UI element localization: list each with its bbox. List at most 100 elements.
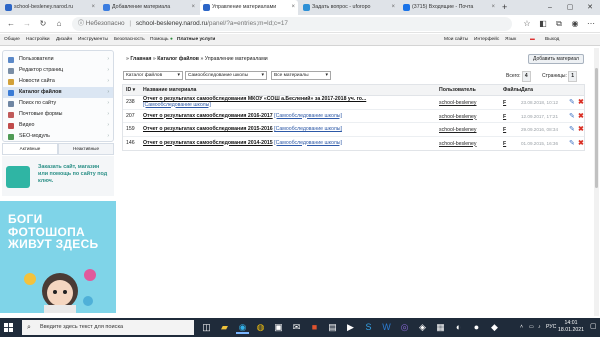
browser-tab[interactable]: (3715) Входящие - Почта × (400, 0, 498, 15)
collections-icon[interactable]: ⧉ (552, 17, 566, 31)
maximize-icon[interactable]: ▢ (560, 0, 580, 15)
menu-design[interactable]: Дизайн (56, 34, 72, 46)
reload-icon[interactable]: ↻ (36, 17, 50, 31)
interface-link[interactable]: Интерфейс (474, 34, 499, 46)
material-user-link[interactable]: school-besleney (439, 100, 477, 106)
my-sites-link[interactable]: Мои сайты (444, 34, 468, 46)
add-material-button[interactable]: Добавить материал (528, 54, 584, 64)
office-icon[interactable]: ■ (308, 321, 321, 334)
menu-paid-services[interactable]: Платные услуги (177, 34, 215, 46)
tray-chevron-icon[interactable]: ˄ (520, 324, 523, 330)
browser-tab[interactable]: Задать вопрос - uforopo × (300, 0, 398, 15)
edit-icon[interactable]: ✎ (569, 99, 576, 106)
clock[interactable]: 14:01 18.01.2021 (556, 320, 586, 334)
edit-icon[interactable]: ✎ (569, 113, 576, 120)
word-icon[interactable]: W (380, 321, 393, 334)
material-user-link[interactable]: school-besleney (439, 127, 477, 133)
chrome-icon[interactable]: ◍ (254, 321, 267, 334)
mail-icon[interactable]: ✉ (290, 321, 303, 334)
new-tab-button[interactable]: + (502, 0, 507, 15)
close-tab-icon[interactable]: × (191, 0, 195, 15)
close-tab-icon[interactable]: × (491, 0, 495, 15)
address-bar[interactable]: ⓘ Небезопасно | school-besleney.narod.ru… (72, 17, 512, 31)
material-category-link[interactable]: [Самообследование школы] (143, 102, 211, 108)
menu-security[interactable]: Безопасность (114, 34, 145, 46)
close-tab-icon[interactable]: × (291, 0, 295, 15)
windows-start-icon[interactable] (4, 323, 13, 332)
material-category-link[interactable]: [Самообследование школы] (274, 113, 342, 119)
page-number[interactable]: 1 (568, 71, 578, 82)
edit-icon[interactable]: ✎ (569, 140, 576, 147)
app-icon[interactable]: ◈ (416, 321, 429, 334)
sidebar-item-site-search[interactable]: Поиск по сайту › (3, 98, 113, 109)
material-title-link[interactable]: Отчет о результатах самообследования 201… (143, 140, 273, 146)
forward-icon[interactable]: → (20, 17, 34, 31)
sidebar-item-news[interactable]: Новости сайта › (3, 76, 113, 87)
volume-icon[interactable]: ♪ (538, 324, 541, 330)
star-icon[interactable]: ☆ (520, 17, 534, 31)
close-tab-icon[interactable]: × (91, 0, 95, 15)
store-icon[interactable]: ▣ (272, 321, 285, 334)
column-user[interactable]: Пользователь (439, 85, 476, 96)
edit-icon[interactable]: ✎ (569, 126, 576, 133)
sidebar-item-mail-forms[interactable]: Почтовые формы › (3, 109, 113, 120)
logout-link[interactable]: Выход (545, 34, 559, 46)
language-link[interactable]: Язык (505, 34, 516, 46)
delete-icon[interactable]: ✖ (578, 99, 585, 106)
browser-tab[interactable]: Добавление материала × (100, 0, 198, 15)
page-scrollbar[interactable] (594, 48, 599, 316)
material-user-link[interactable]: school-besleney (439, 141, 477, 147)
task-view-icon[interactable]: ◫ (200, 321, 213, 334)
column-id[interactable]: ID ▾ (126, 85, 135, 96)
photoshop-ad-banner[interactable]: БОГИ ФОТОШОПА ЖИВУТ ЗДЕСЬ (0, 201, 116, 313)
language-indicator[interactable]: РУС (546, 324, 556, 330)
material-file-link[interactable]: F (503, 100, 506, 106)
close-window-icon[interactable]: ✕ (580, 0, 600, 15)
sidebar-item-file-catalog[interactable]: Каталог файлов › (3, 87, 113, 98)
breadcrumb-section[interactable]: Каталог файлов (157, 56, 199, 62)
tab-active-modules[interactable]: Активные (2, 143, 58, 155)
material-category-link[interactable]: [Самообследование школы] (274, 140, 342, 146)
app-icon[interactable]: ◆ (488, 321, 501, 334)
extensions-icon[interactable]: ◧ (536, 17, 550, 31)
category-select[interactable]: Самообследование школы (185, 71, 267, 80)
material-file-link[interactable]: F (503, 114, 506, 120)
menu-icon[interactable]: ⋯ (584, 17, 598, 31)
home-icon[interactable]: ⌂ (52, 17, 66, 31)
app-icon[interactable]: ◐ (452, 321, 465, 334)
material-file-link[interactable]: F (503, 141, 506, 147)
app-icon[interactable]: ● (470, 321, 483, 334)
breadcrumb-home[interactable]: Главная (130, 56, 151, 62)
photos-icon[interactable]: ▤ (326, 321, 339, 334)
browser-tab-active[interactable]: Управление материалами × (200, 0, 298, 15)
sidebar-item-video[interactable]: Видео › (3, 120, 113, 131)
close-tab-icon[interactable]: × (391, 0, 395, 15)
material-filter-select[interactable]: Все материалы (271, 71, 331, 80)
delete-icon[interactable]: ✖ (578, 113, 585, 120)
menu-general[interactable]: Общие (4, 34, 20, 46)
material-title-link[interactable]: Отчет о результатах самообследования 201… (143, 113, 273, 119)
material-title-link[interactable]: Отчет о результатах самообследования 201… (143, 126, 273, 132)
menu-tools[interactable]: Инструменты (78, 34, 108, 46)
profile-icon[interactable]: ◉ (568, 17, 582, 31)
media-player-icon[interactable]: ▶ (344, 321, 357, 334)
module-select[interactable]: Каталог файлов (123, 71, 183, 80)
notifications-icon[interactable]: ▢ (590, 322, 597, 330)
column-date[interactable]: Дата (521, 85, 533, 96)
file-explorer-icon[interactable]: ▰ (218, 321, 231, 334)
material-file-link[interactable]: F (503, 127, 506, 133)
menu-settings[interactable]: Настройки (26, 34, 50, 46)
delete-icon[interactable]: ✖ (578, 126, 585, 133)
scrollbar-thumb[interactable] (595, 68, 598, 188)
taskbar-search-input[interactable]: ⌕ Введите здесь текст для поиска (22, 320, 194, 335)
edge-browser-icon[interactable]: ◉ (236, 321, 249, 334)
back-icon[interactable]: ← (4, 17, 18, 31)
material-user-link[interactable]: school-besleney (439, 114, 477, 120)
tab-inactive-modules[interactable]: Неактивные (58, 143, 114, 155)
sidebar-item-seo[interactable]: SEO-модуль › (3, 131, 113, 142)
sidebar-item-users[interactable]: Пользователи › (3, 54, 113, 65)
viber-icon[interactable]: ◎ (398, 321, 411, 334)
delete-icon[interactable]: ✖ (578, 140, 585, 147)
sidebar-item-page-editor[interactable]: Редактор страниц › (3, 65, 113, 76)
app-icon[interactable]: ▦ (434, 321, 447, 334)
